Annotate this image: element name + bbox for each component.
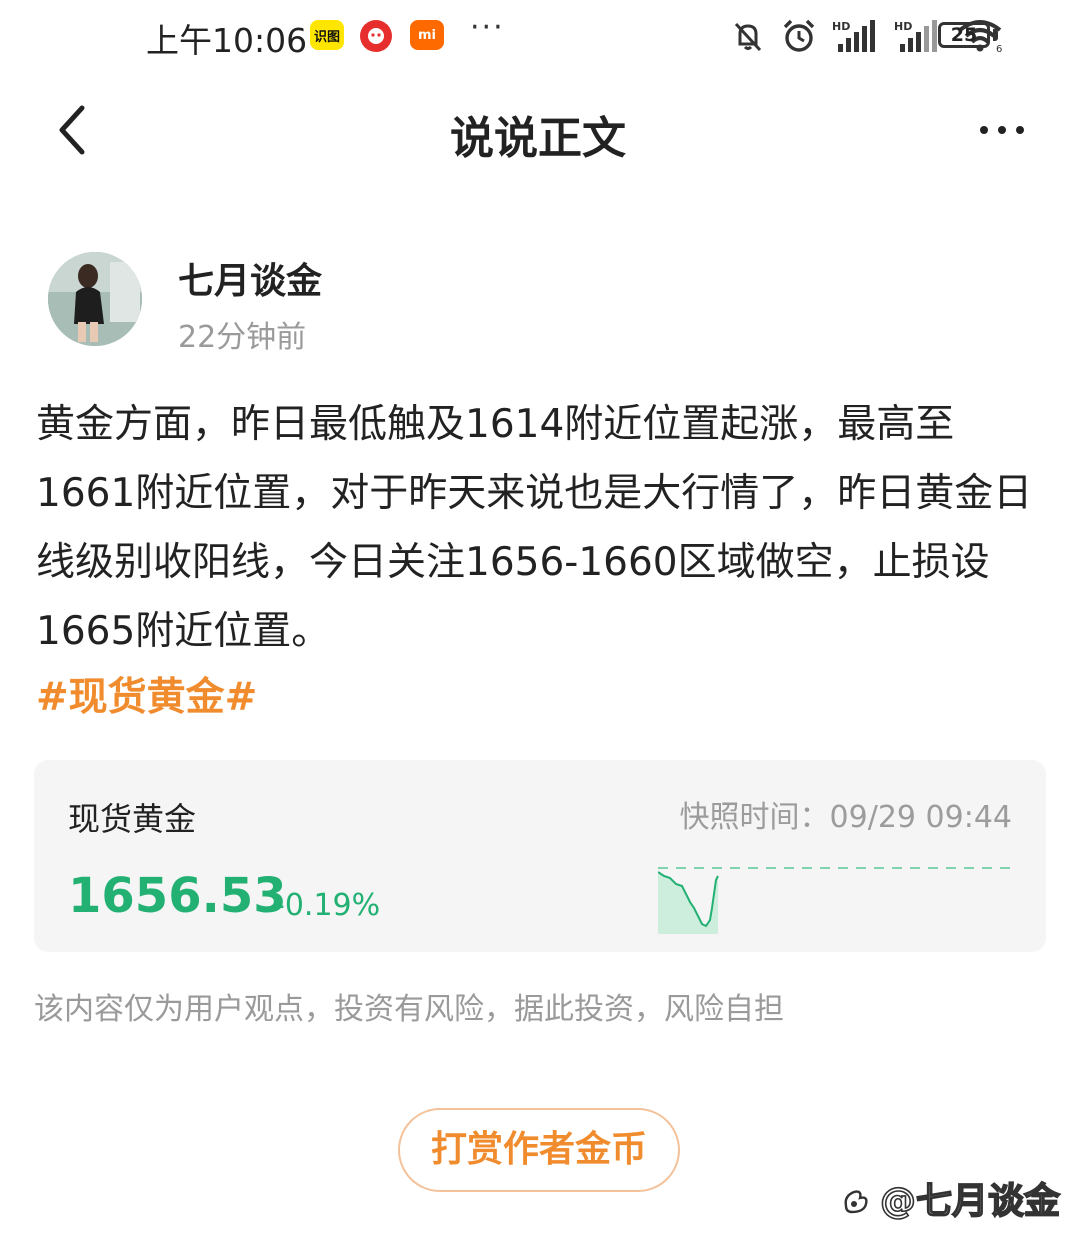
post-time: 22分钟前 — [178, 320, 307, 355]
mi-app-icon: mi — [410, 20, 444, 50]
author-name[interactable]: 七月谈金 — [178, 252, 322, 304]
battery-icon: 25 — [938, 22, 990, 48]
more-notifications-icon: ··· — [470, 10, 505, 45]
status-bar: 上午10:06 识图 mi ··· HD HD 6 25 — [0, 0, 1076, 72]
signal-hd-icon: HD — [832, 18, 880, 54]
watermark: @七月谈金 — [838, 1172, 1061, 1224]
avatar[interactable] — [48, 252, 142, 346]
status-time: 上午10:06 — [146, 21, 308, 60]
nav-bar: 说说正文 — [0, 80, 1076, 180]
post-text: 黄金方面，昨日最低触及1614附近位置起涨，最高至1661附近位置，对于昨天来说… — [36, 402, 1033, 654]
notification-app-icon: 识图 — [310, 20, 344, 50]
reward-author-button[interactable]: 打赏作者金币 — [398, 1108, 680, 1192]
svg-text:HD: HD — [894, 20, 912, 33]
weibo-logo-icon — [844, 1190, 868, 1214]
battery-tip — [993, 29, 998, 41]
notification-app-icon — [360, 20, 392, 52]
quote-change: -0.19% — [274, 888, 381, 923]
risk-disclaimer: 该内容仅为用户观点，投资有风险，据此投资，风险自担 — [34, 992, 784, 1027]
quote-name: 现货黄金 — [68, 800, 197, 838]
quote-price: 1656.53 — [68, 868, 287, 924]
mini-price-chart — [658, 867, 1014, 934]
hashtag-link[interactable]: #现货黄金# — [36, 666, 257, 730]
svg-text:6: 6 — [996, 44, 1002, 54]
quote-card[interactable]: 现货黄金 快照时间：09/29 09:44 1656.53 -0.19% — [34, 760, 1046, 952]
page-title: 说说正文 — [450, 113, 626, 164]
signal-hd-icon-2: HD — [894, 18, 942, 54]
quote-snapshot-time: 快照时间：09/29 09:44 — [679, 800, 1012, 835]
more-options-icon[interactable] — [980, 110, 1044, 150]
alarm-icon — [780, 17, 818, 55]
svg-text:HD: HD — [832, 20, 850, 33]
mute-icon — [730, 18, 766, 54]
watermark-text: @七月谈金 — [879, 1180, 1061, 1223]
